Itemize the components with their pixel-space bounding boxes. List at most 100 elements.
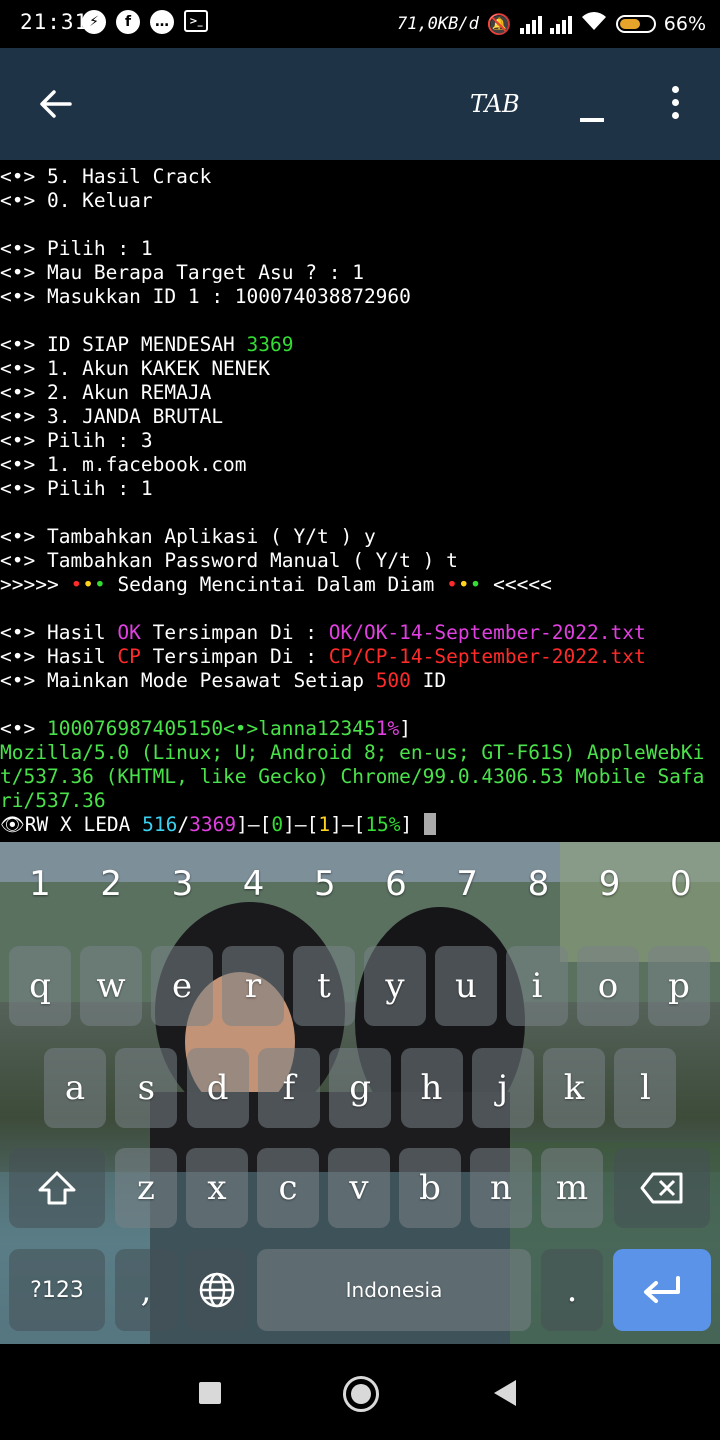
- terminal-line: <•> Mainkan Mode Pesawat Setiap 500 ID: [0, 669, 720, 693]
- key-x[interactable]: x: [186, 1148, 248, 1228]
- key-r[interactable]: r: [222, 946, 284, 1026]
- key-n[interactable]: n: [470, 1148, 532, 1228]
- tab-button[interactable]: TAB: [470, 90, 520, 118]
- key-o[interactable]: o: [577, 946, 639, 1026]
- globe-icon: [199, 1272, 235, 1308]
- terminal-text: 👁RW X LEDA: [0, 813, 143, 836]
- key-u[interactable]: u: [435, 946, 497, 1026]
- key-4[interactable]: 4: [229, 864, 279, 904]
- home-icon[interactable]: [343, 1376, 379, 1412]
- terminal-line: <•> 5. Hasil Crack: [0, 165, 720, 189]
- app-bar: TAB: [0, 48, 720, 160]
- terminal-line: <•> Pilih : 1: [0, 477, 720, 501]
- key-8[interactable]: 8: [513, 864, 563, 904]
- signal-icon-1: [519, 14, 542, 34]
- key-f[interactable]: f: [257, 1048, 320, 1128]
- key-9[interactable]: 9: [585, 864, 635, 904]
- terminal-line: <•> 1. m.facebook.com: [0, 453, 720, 477]
- battery-percent: 66%: [663, 12, 706, 35]
- terminal-text: <•> Mau Berapa Target Asu ? : 1: [0, 261, 364, 284]
- key-k[interactable]: k: [543, 1048, 606, 1128]
- terminal-line: <•> 1. Akun KAKEK NENEK: [0, 357, 720, 381]
- key-z[interactable]: z: [115, 1148, 177, 1228]
- notification-icons: ⚡ f … >_: [82, 10, 208, 34]
- shift-key[interactable]: [9, 1148, 105, 1228]
- key-b[interactable]: b: [399, 1148, 461, 1228]
- terminal-text: ]–[: [236, 813, 272, 836]
- terminal-text: <•> 1. Akun KAKEK NENEK: [0, 357, 271, 380]
- key-t[interactable]: t: [293, 946, 355, 1026]
- wifi-icon: [580, 10, 608, 37]
- space-bar[interactable]: Indonesia: [257, 1249, 531, 1331]
- terminal-text: <•> Hasil: [0, 645, 118, 668]
- symbols-key[interactable]: ?123: [9, 1249, 105, 1331]
- backspace-key[interactable]: [614, 1148, 710, 1228]
- terminal-text: Tersimpan Di :: [140, 621, 329, 644]
- key-s[interactable]: s: [115, 1048, 178, 1128]
- terminal-text: CP: [117, 645, 141, 668]
- more-vert-icon[interactable]: [672, 86, 680, 122]
- back-nav-icon[interactable]: [494, 1380, 516, 1406]
- period-key[interactable]: .: [541, 1249, 603, 1331]
- terminal-line: <•> 0. Keluar: [0, 189, 720, 213]
- key-d[interactable]: d: [186, 1048, 249, 1128]
- terminal-line: <•> Masukkan ID 1 : 100074038872960: [0, 285, 720, 309]
- terminal-line: <•> Pilih : 1: [0, 237, 720, 261]
- terminal-line: t/537.36 (KHTML, like Gecko) Chrome/99.0…: [0, 765, 720, 789]
- terminal-text: <•> 5. Hasil Crack: [0, 165, 212, 188]
- terminal-text: <•> 0. Keluar: [0, 189, 153, 212]
- network-speed: 71,0KB/d: [396, 13, 479, 34]
- terminal-text: <•> Pilih : 3: [0, 429, 153, 452]
- key-2[interactable]: 2: [86, 864, 136, 904]
- back-arrow-icon[interactable]: [38, 86, 74, 122]
- terminal-text: OK: [117, 621, 141, 644]
- terminal-text: •: [457, 573, 470, 596]
- key-5[interactable]: 5: [300, 864, 350, 904]
- key-m[interactable]: m: [541, 1148, 603, 1228]
- language-key[interactable]: [186, 1249, 248, 1331]
- terminal-line: <•> 2. Akun REMAJA: [0, 381, 720, 405]
- key-w[interactable]: w: [80, 946, 142, 1026]
- key-h[interactable]: h: [400, 1048, 463, 1128]
- chat-icon: …: [150, 10, 174, 34]
- terminal-text: Sedang Mencintai Dalam Diam: [105, 573, 447, 596]
- terminal-text: ri/537.36: [0, 789, 106, 812]
- key-c[interactable]: c: [257, 1148, 319, 1228]
- key-p[interactable]: p: [648, 946, 710, 1026]
- terminal-text: <•> 3. JANDA BRUTAL: [0, 405, 224, 428]
- terminal-text: <•> Masukkan ID 1 : 100074038872960: [0, 285, 411, 308]
- minimize-icon[interactable]: [580, 118, 604, 122]
- status-time: 21:31: [20, 10, 89, 34]
- key-0[interactable]: 0: [656, 864, 706, 904]
- key-e[interactable]: e: [151, 946, 213, 1026]
- key-3[interactable]: 3: [157, 864, 207, 904]
- recents-icon[interactable]: [199, 1382, 221, 1404]
- key-i[interactable]: i: [506, 946, 568, 1026]
- key-v[interactable]: v: [328, 1148, 390, 1228]
- terminal-icon: >_: [184, 10, 208, 32]
- key-7[interactable]: 7: [442, 864, 492, 904]
- keyboard: 1234567890 q w e r t y u i o p a s d f g h j k l z x c v b n m ?12…: [0, 842, 720, 1344]
- key-q[interactable]: q: [9, 946, 71, 1026]
- key-j[interactable]: j: [471, 1048, 534, 1128]
- key-l[interactable]: l: [614, 1048, 677, 1128]
- terminal-text: •: [82, 573, 94, 596]
- key-1[interactable]: 1: [15, 864, 65, 904]
- mute-icon: 🔕: [486, 11, 512, 36]
- terminal-text: <<<<<: [481, 573, 552, 596]
- comma-key[interactable]: ,: [115, 1249, 177, 1331]
- enter-key[interactable]: [613, 1249, 711, 1331]
- key-g[interactable]: g: [329, 1048, 392, 1128]
- terminal-text: <•>: [0, 717, 47, 740]
- status-right: 71,0KB/d 🔕 66%: [397, 10, 706, 37]
- terminal-text: 1%: [375, 717, 400, 740]
- key-y[interactable]: y: [364, 946, 426, 1026]
- terminal-line: ri/537.36: [0, 789, 720, 813]
- terminal-text: Tersimpan Di :: [140, 645, 329, 668]
- key-a[interactable]: a: [44, 1048, 106, 1128]
- terminal-line: <•> Tambahkan Password Manual ( Y/t ) t: [0, 549, 720, 573]
- terminal-output[interactable]: <•> 5. Hasil Crack <•> 0. Keluar <•> Pilih…: [0, 165, 720, 842]
- key-6[interactable]: 6: [371, 864, 421, 904]
- terminal-line: <•> Tambahkan Aplikasi ( Y/t ) y: [0, 525, 720, 549]
